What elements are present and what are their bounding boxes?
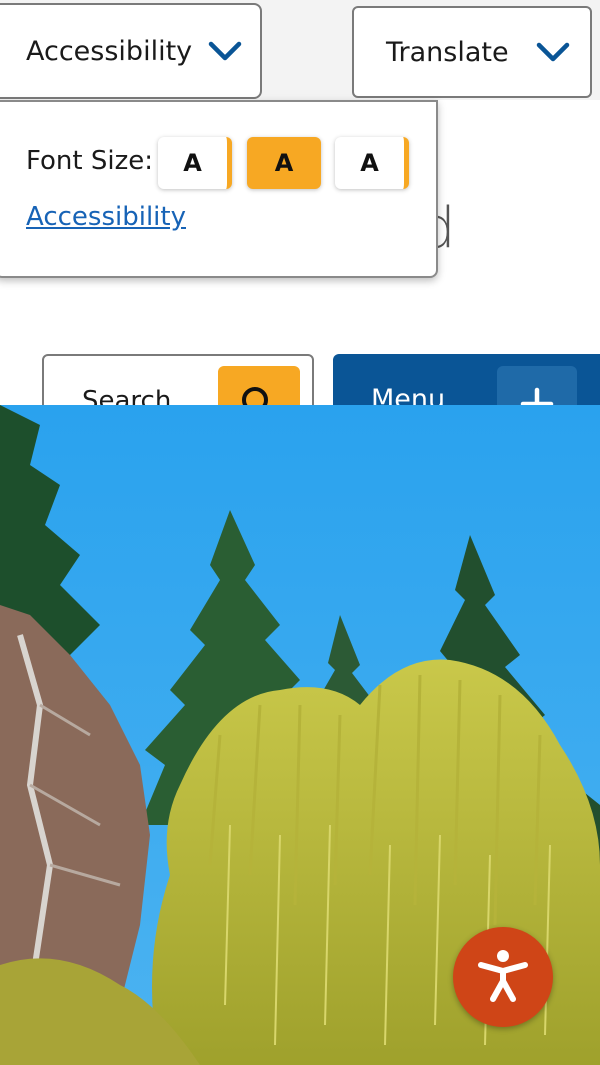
accessibility-dropdown-label: Accessibility bbox=[26, 35, 193, 67]
chevron-down-icon bbox=[536, 42, 570, 62]
translate-dropdown-label: Translate bbox=[386, 36, 509, 68]
font-size-large-button[interactable]: A bbox=[335, 137, 409, 189]
font-size-label: Font Size: bbox=[26, 146, 154, 176]
accessibility-dropdown-button[interactable]: Accessibility bbox=[0, 3, 262, 99]
font-size-medium-button[interactable]: A bbox=[247, 137, 321, 189]
accessibility-panel: Font Size: A A A Accessibility bbox=[0, 100, 438, 278]
chevron-down-icon bbox=[208, 41, 242, 61]
accessibility-widget-button[interactable] bbox=[453, 927, 553, 1027]
accessibility-link[interactable]: Accessibility bbox=[26, 202, 186, 232]
translate-dropdown-button[interactable]: Translate bbox=[352, 6, 592, 98]
font-size-small-button[interactable]: A bbox=[158, 137, 232, 189]
accessibility-person-icon bbox=[475, 947, 531, 1007]
